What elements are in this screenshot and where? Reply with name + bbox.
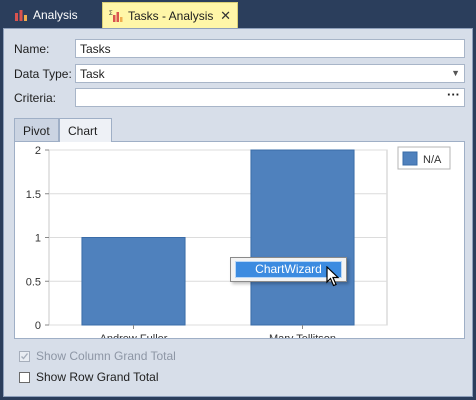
- show-column-grand-total-option: Show Column Grand Total: [19, 349, 176, 363]
- tab-chart[interactable]: Chart: [59, 118, 112, 142]
- criteria-label: Criteria:: [14, 91, 57, 105]
- y-tick-label: 1: [35, 233, 41, 245]
- close-icon[interactable]: ✕: [220, 8, 231, 24]
- document-tab-strip: Analysis Σ Tasks - Analysis ✕: [0, 0, 476, 28]
- chart-panel[interactable]: 0 0.5 1 1.5 2 Andrew Fuller Mary Tellitson N/A: [14, 141, 465, 339]
- bar: [250, 149, 355, 326]
- svg-text:Σ: Σ: [109, 11, 113, 17]
- chevron-down-icon[interactable]: ▼: [451, 68, 460, 78]
- show-column-grand-total-checkbox[interactable]: [19, 350, 30, 362]
- name-field[interactable]: Tasks: [75, 39, 465, 58]
- data-type-select[interactable]: Task ▼: [75, 64, 465, 83]
- show-column-grand-total-label: Show Column Grand Total: [36, 349, 176, 363]
- data-type-label: Data Type:: [14, 67, 72, 81]
- bar: [81, 237, 186, 326]
- show-row-grand-total-label: Show Row Grand Total: [36, 370, 159, 384]
- criteria-field[interactable]: ···: [75, 87, 465, 107]
- tab-pivot-label: Pivot: [23, 124, 50, 138]
- show-row-grand-total-option: Show Row Grand Total: [19, 370, 159, 384]
- tab-analysis-label: Analysis: [33, 8, 78, 22]
- legend-swatch: [402, 151, 418, 166]
- analysis-report-icon: [14, 8, 28, 22]
- tab-tasks-analysis-label: Tasks - Analysis: [128, 8, 214, 23]
- tab-analysis[interactable]: Analysis: [8, 2, 102, 28]
- criteria-ellipsis-button[interactable]: ···: [447, 87, 460, 102]
- y-tick-label: 0: [35, 320, 41, 332]
- y-tick-label: 0.5: [26, 276, 41, 288]
- tab-chart-label: Chart: [68, 124, 98, 138]
- mouse-cursor-icon: [326, 266, 340, 287]
- name-field-value: Tasks: [80, 42, 111, 56]
- show-row-grand-total-checkbox[interactable]: [19, 371, 30, 383]
- tab-tasks-analysis[interactable]: Σ Tasks - Analysis ✕: [102, 2, 238, 28]
- analysis-editor-panel: Name: Tasks Data Type: Task ▼ Criteria: …: [3, 28, 473, 397]
- checkmark-icon: [21, 352, 29, 360]
- bar-chart[interactable]: 0 0.5 1 1.5 2 Andrew Fuller Mary Tellitson N/A: [15, 142, 464, 338]
- legend-label: N/A: [423, 154, 442, 166]
- y-tick-label: 2: [35, 145, 41, 157]
- name-label: Name:: [14, 42, 50, 56]
- analysis-report-icon: Σ: [109, 9, 123, 23]
- x-tick-label: Andrew Fuller: [100, 333, 168, 338]
- data-type-value: Task: [80, 67, 105, 81]
- y-tick-label: 1.5: [26, 189, 41, 201]
- tab-pivot[interactable]: Pivot: [14, 118, 59, 141]
- x-tick-label: Mary Tellitson: [269, 333, 336, 338]
